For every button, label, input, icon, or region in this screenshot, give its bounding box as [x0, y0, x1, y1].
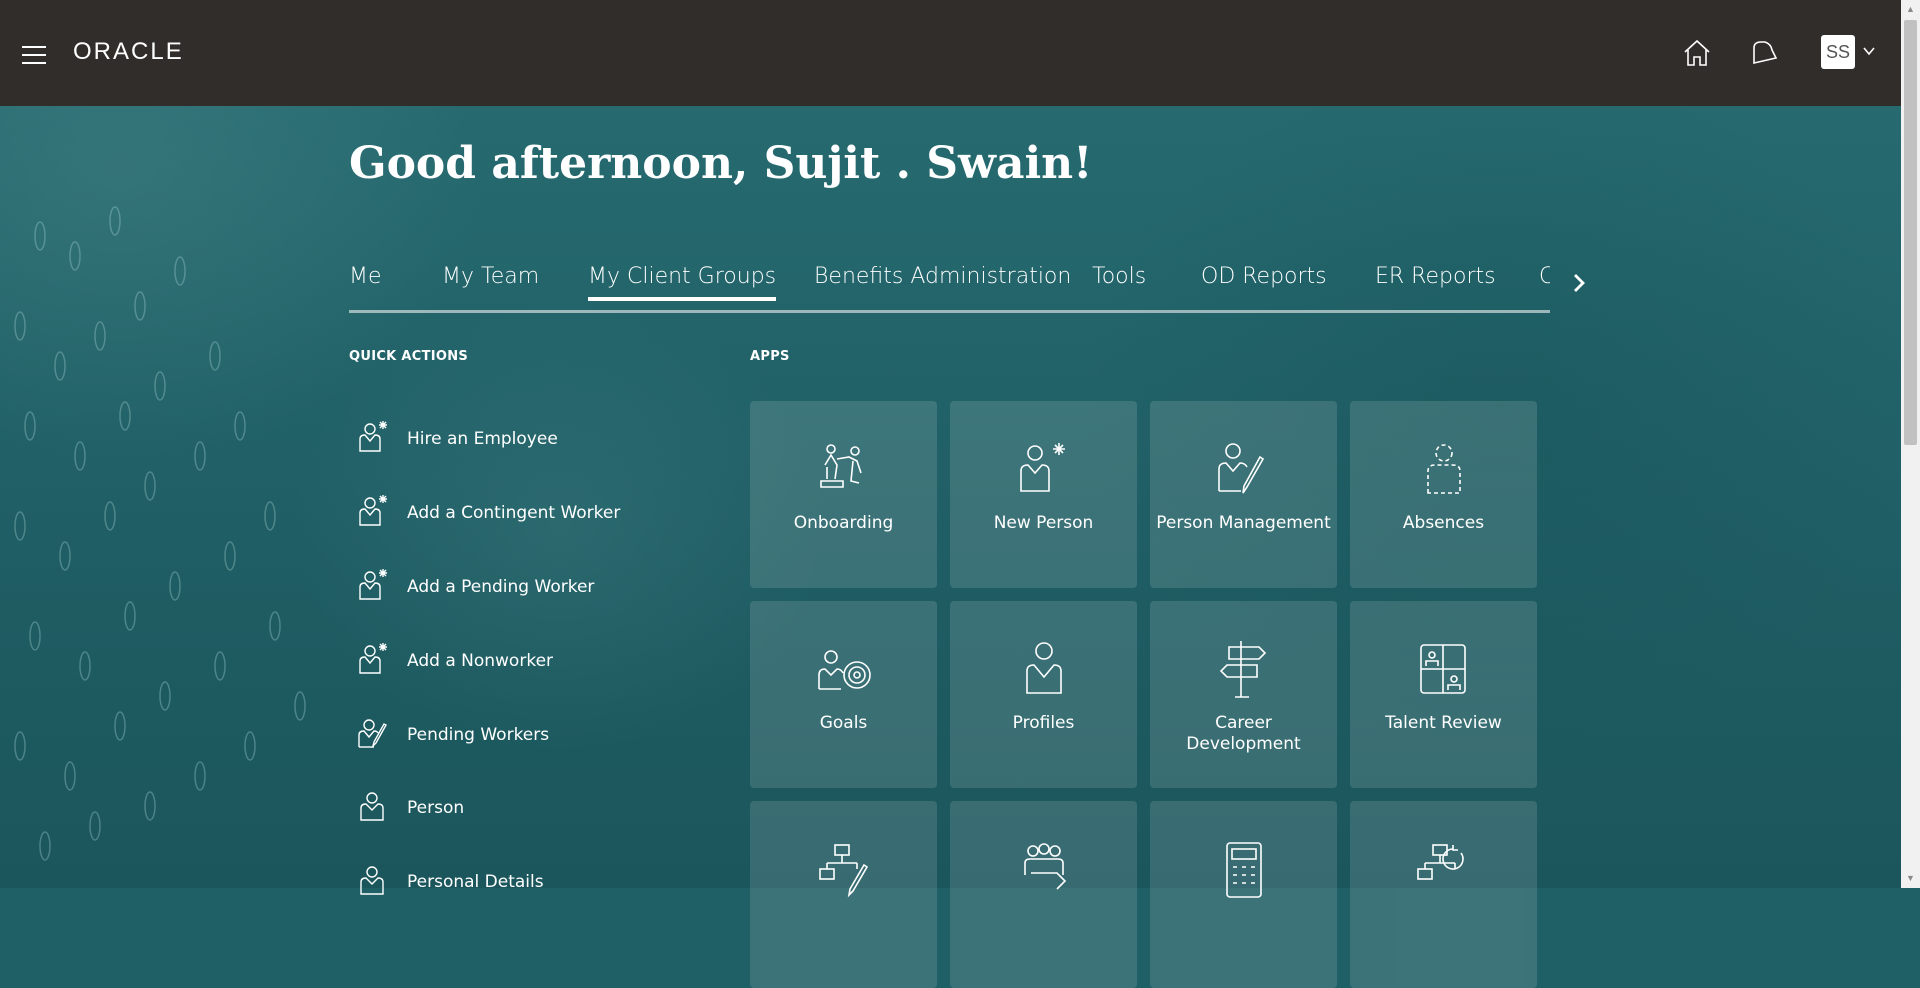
- quick-action-person[interactable]: Person: [356, 788, 736, 828]
- quick-action-label: Hire an Employee: [407, 429, 558, 449]
- background-pattern: [14, 206, 306, 861]
- person-management-icon: [1218, 443, 1265, 494]
- chevron-down-icon[interactable]: [1862, 44, 1876, 58]
- quick-action-label: Person: [407, 798, 465, 818]
- app-tile-calculator[interactable]: [1150, 801, 1337, 988]
- app-tile-person-management[interactable]: Person Management: [1150, 401, 1337, 588]
- scrollbar-thumb[interactable]: [1904, 20, 1917, 445]
- team-icon: [1024, 843, 1067, 890]
- app-tile-label: Talent Review: [1385, 713, 1502, 733]
- greeting-title: Good afternoon, Sujit . Swain!: [349, 138, 1093, 189]
- quick-action-add-a-contingent-worker[interactable]: Add a Contingent Worker: [356, 493, 736, 533]
- app-tile-label: Person Management: [1156, 513, 1331, 533]
- app-tile-label: Absences: [1402, 513, 1485, 533]
- person-add-icon: [359, 643, 387, 674]
- person-add-icon: [359, 495, 387, 526]
- quick-action-label: Pending Workers: [407, 725, 550, 745]
- new-person-icon: [1020, 443, 1065, 492]
- person-icon: [360, 866, 384, 895]
- person-icon: [360, 792, 384, 821]
- profiles-icon: [1026, 642, 1062, 694]
- menu-icon[interactable]: [22, 46, 46, 64]
- app-tile-new-person[interactable]: New Person: [950, 401, 1137, 588]
- app-tile-label: Profiles: [1012, 713, 1075, 733]
- app-tile-absences[interactable]: Absences: [1350, 401, 1537, 588]
- app-tile-org-chart-edit[interactable]: [750, 801, 937, 988]
- tab-tools[interactable]: Tools: [1092, 264, 1146, 289]
- org-chart-edit-icon: [819, 844, 869, 898]
- app-tile-team[interactable]: [950, 801, 1137, 988]
- app-tile-org-chart-refresh[interactable]: [1350, 801, 1537, 988]
- quick-action-add-a-nonworker[interactable]: Add a Nonworker: [356, 641, 736, 681]
- org-chart-refresh-icon: [1417, 844, 1464, 880]
- chevron-right-icon[interactable]: [1568, 270, 1590, 296]
- tab-my-client-groups[interactable]: My Client Groups: [588, 264, 777, 301]
- tab-od-reports[interactable]: OD Reports: [1201, 264, 1327, 289]
- tab-bar: Me My Team My Client Groups Benefits Adm…: [349, 258, 1550, 313]
- person-add-icon: [359, 421, 387, 452]
- home-icon[interactable]: [1680, 36, 1714, 70]
- app-tile-onboarding[interactable]: Onboarding: [750, 401, 937, 588]
- app-tile-career-development[interactable]: Career Development: [1150, 601, 1337, 788]
- talent-review-icon: [1420, 644, 1466, 694]
- app-tile-label: Career Development: [1186, 713, 1301, 754]
- calculator-icon: [1226, 842, 1262, 898]
- quick-action-pending-workers[interactable]: Pending Workers: [356, 715, 736, 755]
- app-tile-label: New Person: [993, 513, 1094, 533]
- quick-action-personal-details[interactable]: Personal Details: [356, 862, 736, 902]
- tab-er-reports[interactable]: ER Reports: [1375, 264, 1496, 289]
- oracle-logo[interactable]: ORACLE: [73, 38, 184, 66]
- absences-icon: [1427, 444, 1461, 494]
- app-tile-label: Goals: [819, 713, 868, 733]
- app-tile-label: Onboarding: [793, 513, 894, 533]
- tab-me[interactable]: Me: [349, 264, 382, 289]
- career-development-icon: [1219, 641, 1267, 698]
- scroll-up-icon[interactable]: ▲: [1905, 4, 1916, 15]
- quick-action-label: Add a Contingent Worker: [407, 503, 621, 523]
- person-add-icon: [359, 569, 387, 600]
- top-bar: ORACLE SS: [0, 0, 1901, 106]
- quick-action-label: Personal Details: [407, 872, 544, 892]
- tab-my-team[interactable]: My Team: [442, 264, 539, 289]
- scroll-down-icon[interactable]: ▼: [1905, 873, 1916, 884]
- avatar[interactable]: SS: [1821, 35, 1855, 69]
- quick-action-label: Add a Nonworker: [407, 651, 554, 671]
- app-tile-goals[interactable]: Goals: [750, 601, 937, 788]
- apps-heading: APPS: [750, 349, 790, 364]
- goals-icon: [818, 650, 871, 690]
- onboarding-icon: [820, 444, 862, 488]
- person-edit-icon: [358, 719, 387, 749]
- tab-overflow[interactable]: C: [1539, 264, 1550, 289]
- quick-action-add-a-pending-worker[interactable]: Add a Pending Worker: [356, 567, 736, 607]
- app-tile-profiles[interactable]: Profiles: [950, 601, 1137, 788]
- tab-benefits-administration[interactable]: Benefits Administration: [814, 264, 1071, 289]
- quick-action-hire-an-employee[interactable]: Hire an Employee: [356, 419, 736, 459]
- notifications-icon[interactable]: [1746, 36, 1780, 70]
- app-tile-talent-review[interactable]: Talent Review: [1350, 601, 1537, 788]
- quick-actions-heading: QUICK ACTIONS: [349, 349, 469, 364]
- quick-action-label: Add a Pending Worker: [407, 577, 595, 597]
